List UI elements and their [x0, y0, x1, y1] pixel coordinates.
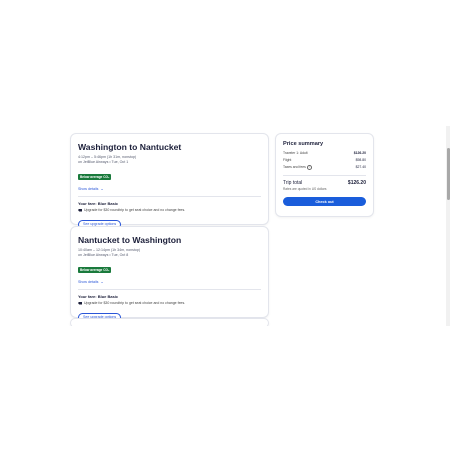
fare-title: Your fare: Blue Basic [78, 294, 119, 299]
trip-total-value: $126.20 [347, 180, 366, 187]
chevron-down-icon: ⌄ [100, 279, 104, 284]
checkout-button[interactable]: Check out [283, 197, 366, 207]
flight-route-title: Washington to Nantucket [78, 142, 182, 152]
summary-row-label-wrap: Taxes and fees i [283, 165, 313, 171]
tag-icon [78, 208, 82, 212]
price-summary-title: Price summary [283, 141, 324, 147]
flight-card-return: Nantucket to Washington 10:40am – 12:14p… [70, 226, 269, 322]
trip-total-row: Trip total $126.20 [283, 180, 366, 186]
summary-row-value: $27.40 [355, 165, 366, 169]
page-scrollbar[interactable] [446, 126, 450, 326]
summary-row-value: $126.20 [353, 151, 366, 155]
show-details-label: Show details [78, 280, 99, 284]
scrollbar-thumb[interactable] [446, 148, 450, 200]
divider [283, 175, 366, 177]
show-details-label: Show details [78, 187, 99, 191]
flight-carrier: on JetBlue Airways • Tue, Oct 1 [78, 160, 129, 164]
summary-row-flight: Flight $98.80 [283, 158, 366, 162]
summary-row-traveler: Traveler 1: Adult $126.20 [283, 151, 366, 155]
summary-row-label: Taxes and fees [283, 165, 306, 169]
checkout-viewport: Washington to Nantucket 4:12pm – 5:46pm … [0, 126, 450, 326]
fare-description-text: Upgrade for $30 roundtrip to get seat ch… [84, 208, 186, 212]
summary-row-value: $98.80 [355, 158, 366, 162]
flight-carrier: on JetBlue Airways • Tue, Oct 8 [78, 253, 129, 257]
chevron-down-icon: ⌄ [100, 186, 104, 191]
fare-title: Your fare: Blue Basic [78, 201, 119, 206]
tag-icon [78, 301, 82, 305]
co2-badge: Below average CO₂ [78, 267, 112, 273]
price-summary-card: Price summary Traveler 1: Adult $126.20 … [275, 133, 374, 217]
divider [78, 196, 261, 197]
fare-description: Upgrade for $30 roundtrip to get seat ch… [78, 208, 261, 212]
info-icon[interactable]: i [306, 165, 313, 171]
show-details-link[interactable]: Show details ⌄ [78, 186, 261, 191]
co2-badge: Below average CO₂ [78, 174, 112, 180]
next-card-partial [70, 318, 269, 326]
summary-row-label: Traveler 1: Adult [283, 151, 308, 155]
show-details-link[interactable]: Show details ⌄ [78, 279, 261, 284]
summary-row-label: Flight [283, 158, 292, 162]
summary-row-taxes: Taxes and fees i $27.40 [283, 165, 366, 171]
fare-description-text: Upgrade for $30 roundtrip to get seat ch… [84, 301, 186, 305]
currency-note: Rates are quoted in US dollars [283, 187, 327, 192]
trip-total-label: Trip total [283, 180, 303, 187]
fare-description: Upgrade for $30 roundtrip to get seat ch… [78, 301, 261, 305]
divider [78, 289, 261, 290]
flight-route-title: Nantucket to Washington [78, 235, 182, 245]
flight-card-outbound: Washington to Nantucket 4:12pm – 5:46pm … [70, 133, 269, 229]
